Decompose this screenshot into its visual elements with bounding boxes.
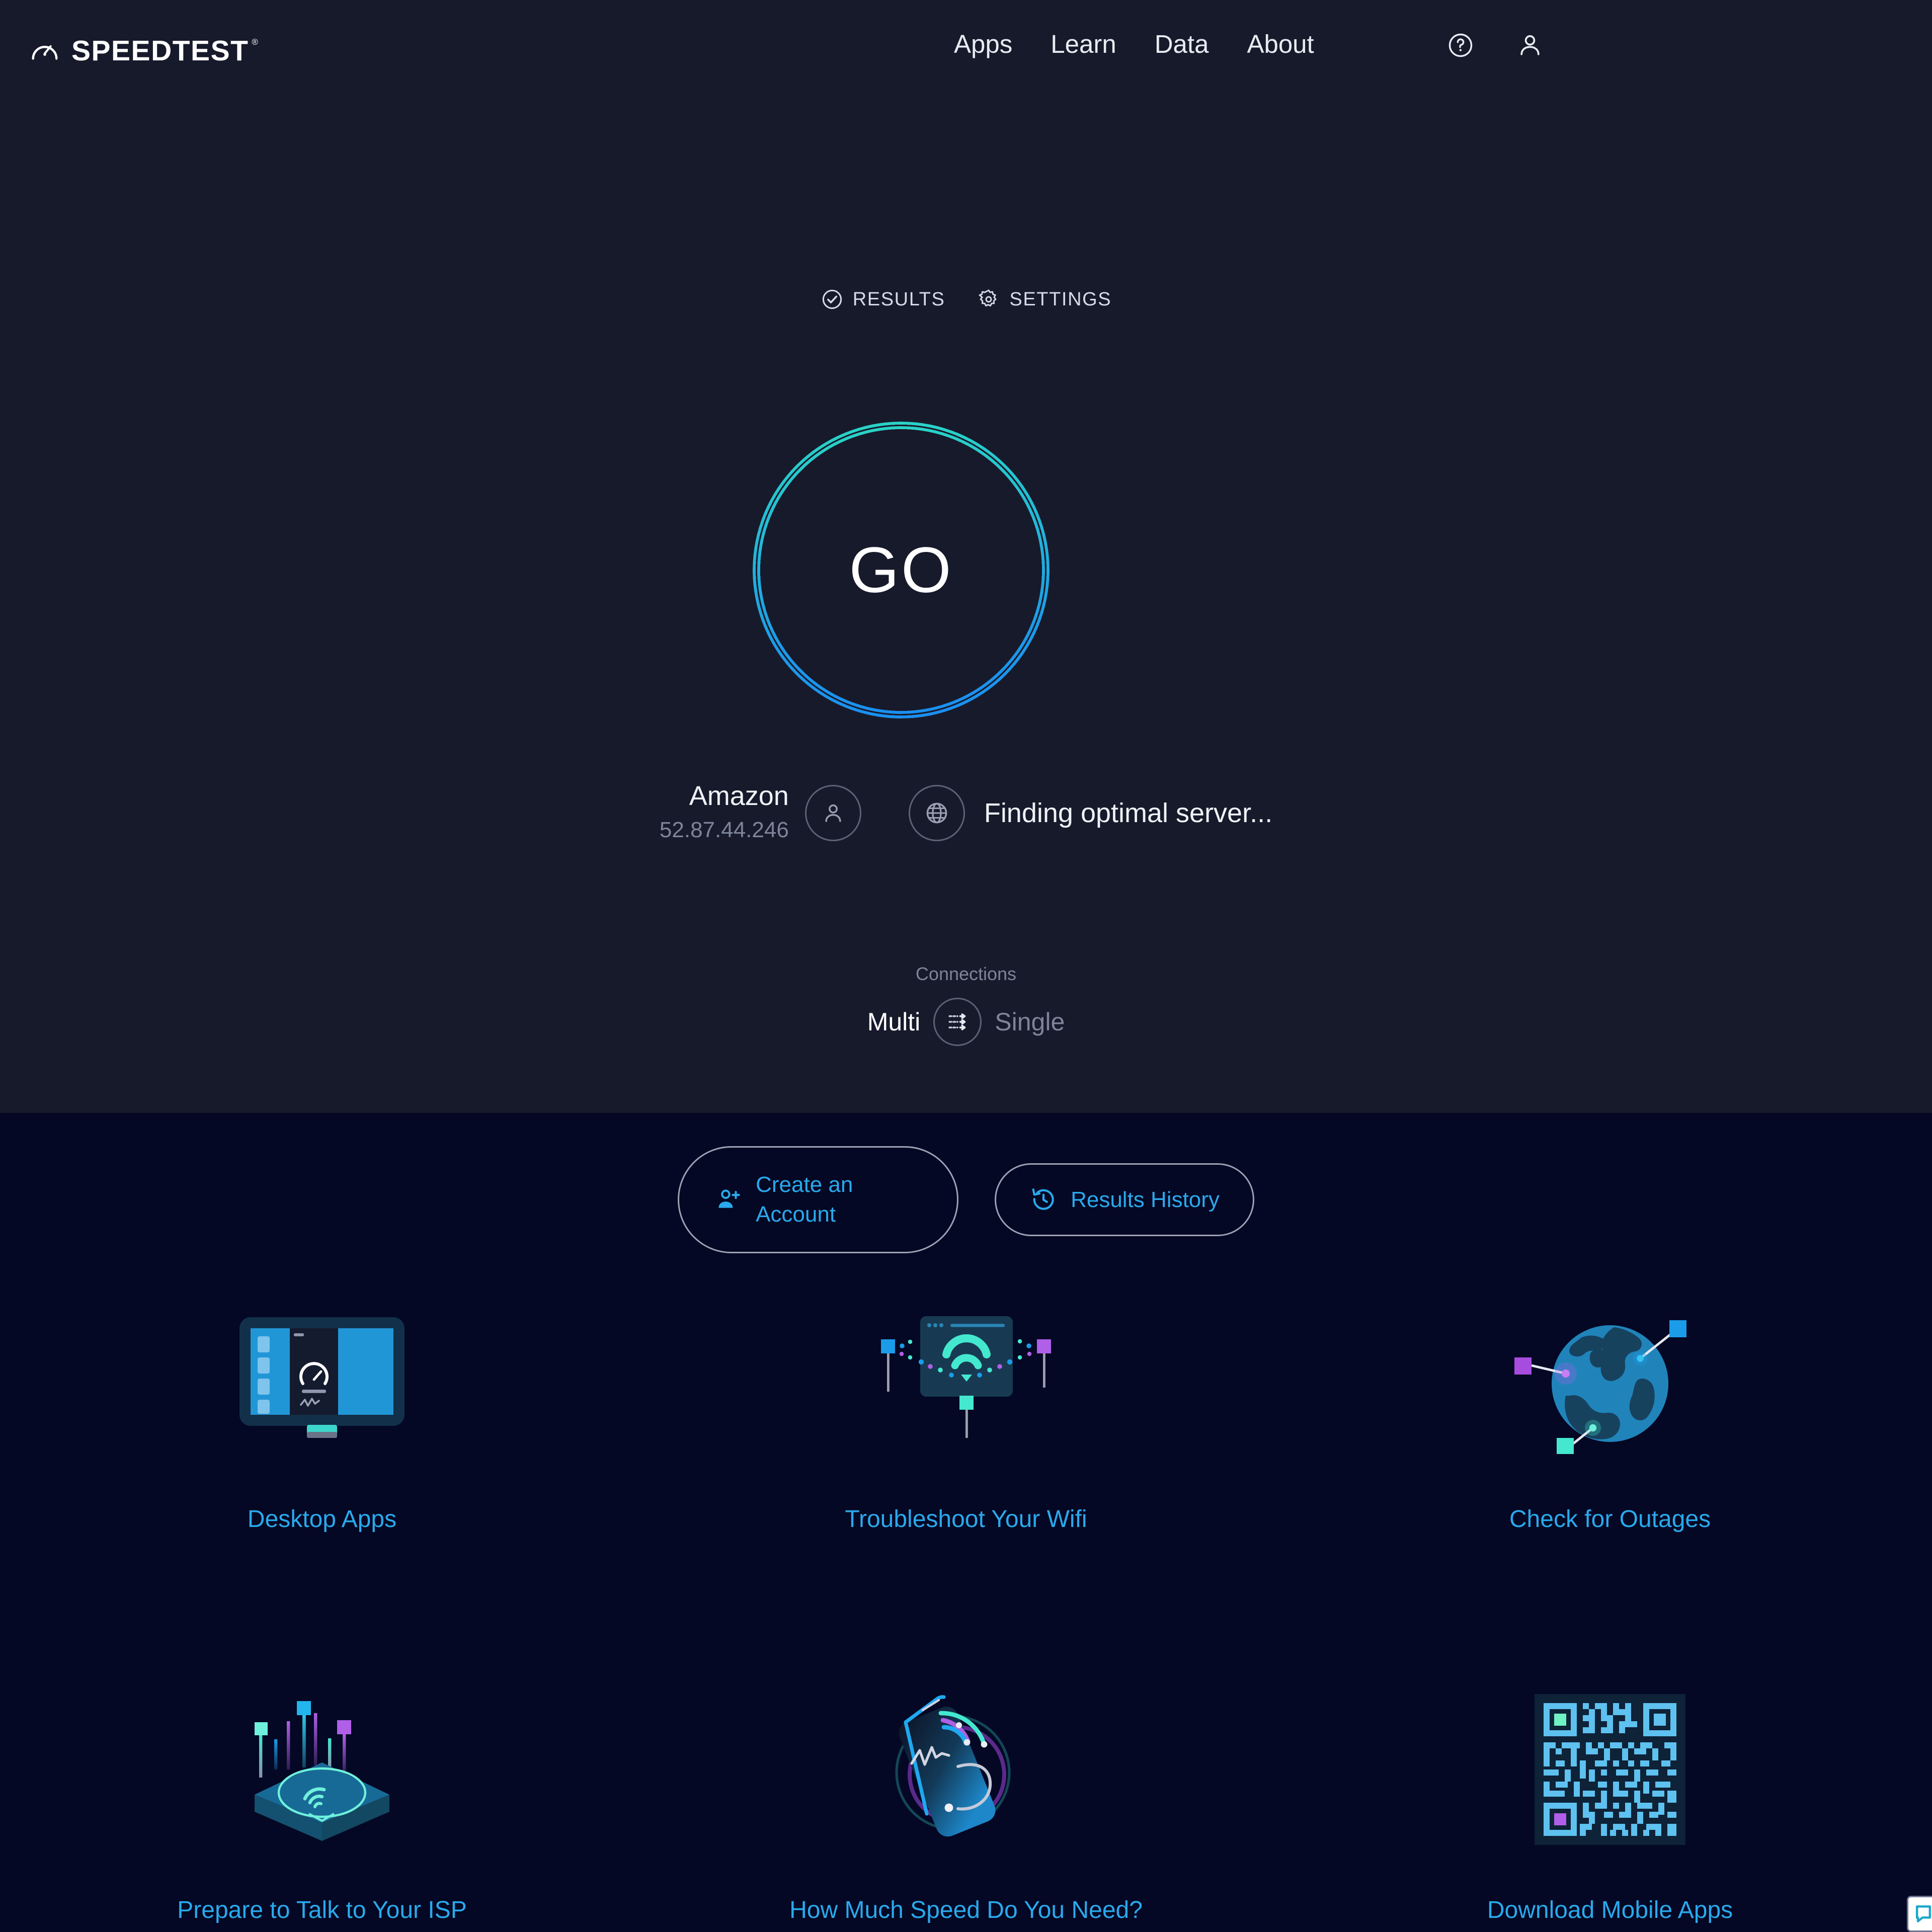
feature-grid: Desktop Apps Troubleshoot Your Wifi Chec… xyxy=(0,1273,1932,1924)
speedometer-icon xyxy=(29,35,60,66)
feature-label: Download Mobile Apps xyxy=(1487,1897,1733,1923)
main-nav: Apps Learn Data About xyxy=(935,31,1333,57)
feature-download-mobile-apps[interactable]: Download Mobile Apps xyxy=(1369,1664,1852,1924)
gear-icon xyxy=(977,288,1000,311)
chat-bubble-icon xyxy=(1912,1903,1932,1925)
ip-address: 52.87.44.246 xyxy=(659,818,789,843)
connections-options: Multi Single xyxy=(867,998,1065,1046)
isp-block: Amazon 52.87.44.246 xyxy=(660,781,789,845)
chat-widget-button[interactable] xyxy=(1907,1896,1932,1932)
feature-label: How Much Speed Do You Need? xyxy=(789,1897,1143,1923)
router-antennas-icon xyxy=(226,1664,418,1875)
feature-check-outages[interactable]: Check for Outages xyxy=(1369,1273,1852,1533)
feature-troubleshoot-wifi[interactable]: Troubleshoot Your Wifi xyxy=(725,1273,1208,1533)
brand-logo[interactable]: SPEEDTEST xyxy=(29,35,259,66)
speedtest-page: SPEEDTEST Apps Learn Data About xyxy=(0,0,1932,1932)
history-clock-icon xyxy=(1029,1185,1058,1214)
question-circle-icon[interactable] xyxy=(1446,31,1475,59)
results-settings-tabs: RESULTS SETTINGS xyxy=(0,288,1932,311)
person-icon xyxy=(820,800,846,826)
connections-label: Connections xyxy=(915,963,1017,984)
connections-knob[interactable] xyxy=(933,998,982,1046)
isp-name: Amazon xyxy=(689,781,789,811)
person-icon[interactable] xyxy=(1516,31,1544,59)
feature-desktop-apps[interactable]: Desktop Apps xyxy=(80,1273,564,1533)
tab-settings[interactable]: SETTINGS xyxy=(977,288,1111,311)
site-header: SPEEDTEST Apps Learn Data About xyxy=(0,0,1932,113)
results-history-button[interactable]: Results History xyxy=(995,1163,1254,1237)
tab-results[interactable]: RESULTS xyxy=(821,288,945,311)
phone-signal-icon xyxy=(870,1664,1062,1875)
tab-results-label: RESULTS xyxy=(852,288,945,310)
feature-label: Desktop Apps xyxy=(247,1506,397,1533)
header-icons xyxy=(1446,31,1544,59)
brand-name: SPEEDTEST xyxy=(71,36,259,65)
server-change-button[interactable] xyxy=(908,784,965,841)
go-button[interactable]: GO xyxy=(753,422,1050,718)
connection-info: Amazon 52.87.44.246 Finding optimal serv… xyxy=(0,781,1932,845)
nav-item-about[interactable]: About xyxy=(1228,31,1333,57)
create-account-label: Create an Account xyxy=(756,1172,853,1227)
check-circle-icon xyxy=(821,288,844,311)
globe-icon xyxy=(924,800,950,826)
tab-settings-label: SETTINGS xyxy=(1009,288,1112,310)
multi-arrows-icon xyxy=(944,1008,971,1035)
feature-label: Prepare to Talk to Your ISP xyxy=(177,1897,467,1923)
feature-talk-isp[interactable]: Prepare to Talk to Your ISP xyxy=(80,1664,564,1924)
isp-change-button[interactable] xyxy=(804,784,861,841)
server-status: Finding optimal server... xyxy=(984,797,1273,828)
results-history-label: Results History xyxy=(1071,1187,1220,1212)
nav-item-apps[interactable]: Apps xyxy=(935,31,1031,57)
nav-item-data[interactable]: Data xyxy=(1136,31,1228,57)
feature-how-much-speed[interactable]: How Much Speed Do You Need? xyxy=(725,1664,1208,1924)
person-add-icon xyxy=(714,1185,743,1214)
go-button-label: GO xyxy=(849,534,953,606)
desktop-monitor-icon xyxy=(221,1273,423,1484)
cta-row: Create an Account Results History xyxy=(0,1146,1932,1253)
create-account-button[interactable]: Create an Account xyxy=(678,1146,959,1253)
nav-item-learn[interactable]: Learn xyxy=(1031,31,1135,57)
connections-toggle: Connections Multi Single xyxy=(0,963,1932,1046)
wifi-window-icon xyxy=(858,1273,1074,1484)
globe-markers-icon xyxy=(1509,1273,1711,1484)
feature-label: Troubleshoot Your Wifi xyxy=(845,1506,1087,1533)
connections-option-single[interactable]: Single xyxy=(995,1007,1065,1036)
qr-code-icon xyxy=(1535,1664,1685,1875)
connections-option-multi[interactable]: Multi xyxy=(867,1007,921,1036)
feature-label: Check for Outages xyxy=(1509,1506,1711,1533)
